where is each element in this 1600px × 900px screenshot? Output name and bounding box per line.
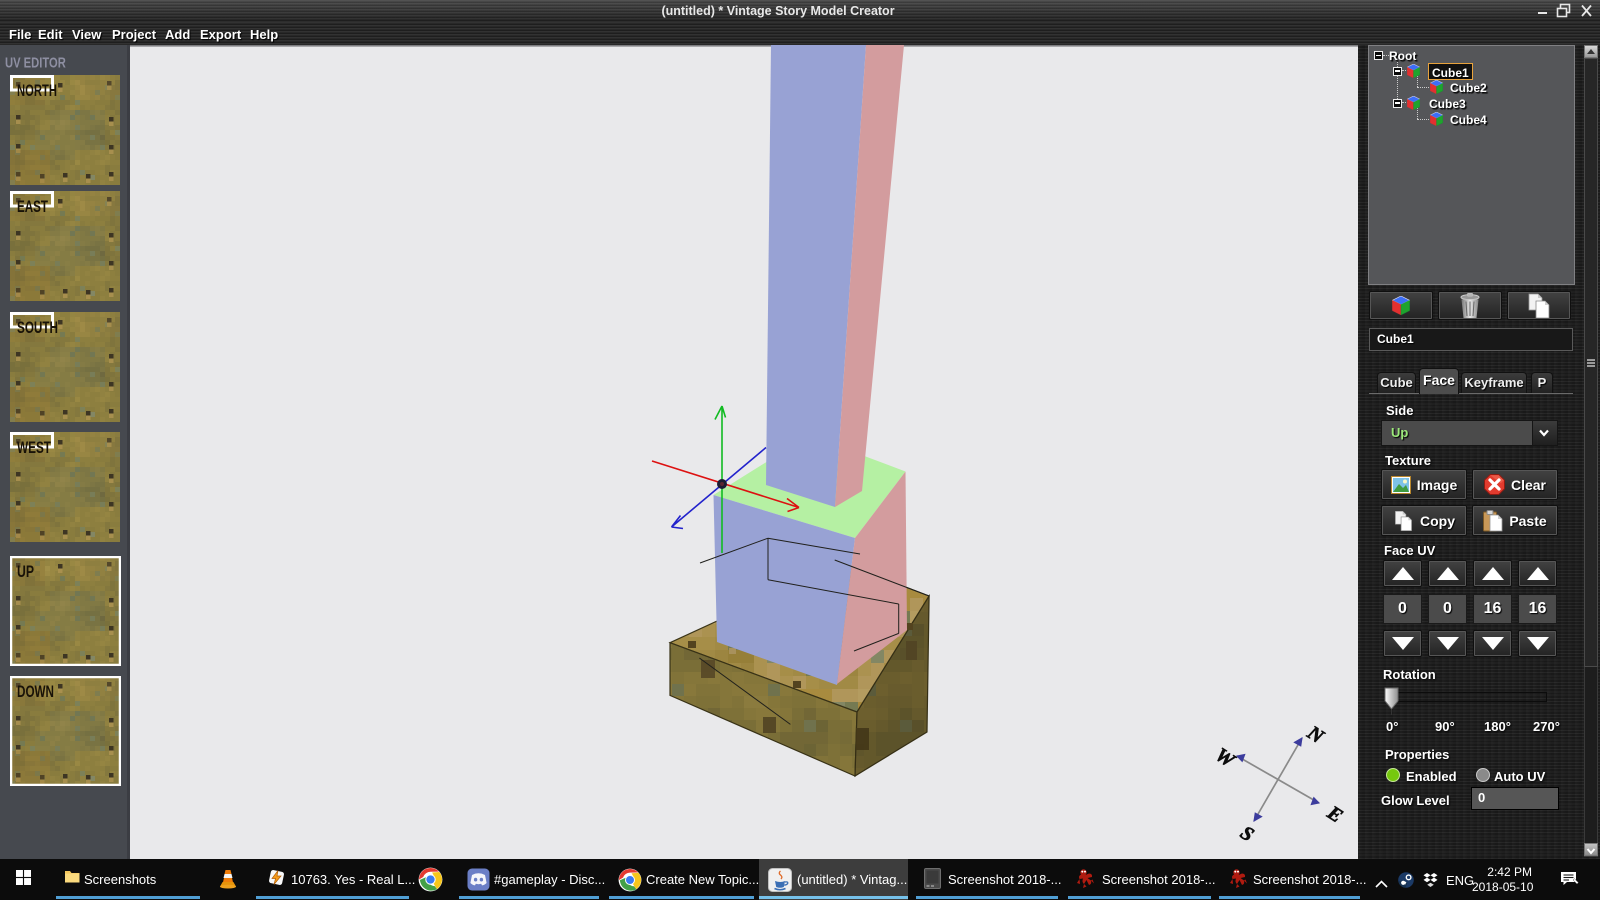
- svg-text:SOUTH: SOUTH: [17, 318, 58, 337]
- svg-text:NORTH: NORTH: [17, 81, 57, 100]
- svg-text:WEST: WEST: [17, 438, 51, 457]
- svg-text:EAST: EAST: [17, 197, 48, 216]
- svg-text:DOWN: DOWN: [17, 682, 54, 701]
- svg-text:UP: UP: [17, 562, 34, 581]
